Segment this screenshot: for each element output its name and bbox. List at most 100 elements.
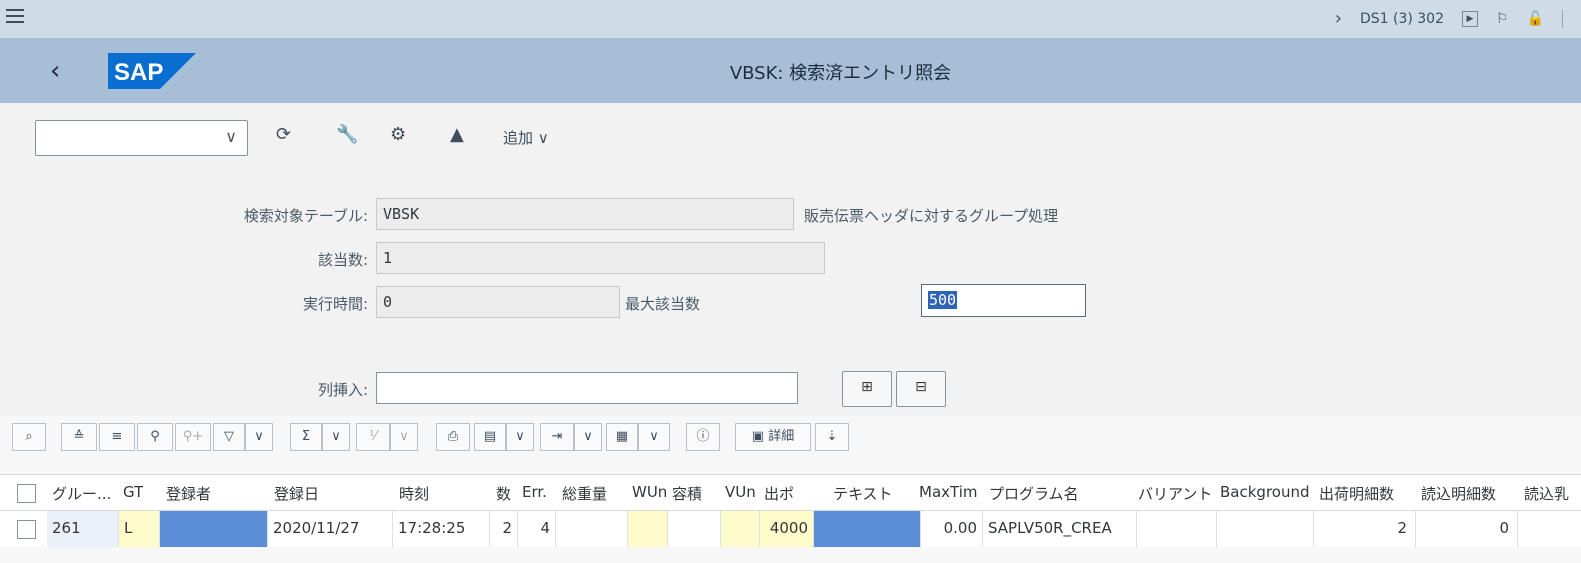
cell-date: 2020/11/27 xyxy=(268,511,393,547)
chevron-down-icon[interactable]: ∨ xyxy=(574,423,602,451)
lock-icon[interactable]: 🔓 xyxy=(1527,11,1544,27)
cell-read-items: 0 xyxy=(1416,511,1518,547)
export-icon[interactable]: ⇥ xyxy=(540,423,574,451)
app-toolbar: ∨ ⟳ 🔧 ⚙ ▲ 追加 ∨ xyxy=(0,103,1581,171)
column-header[interactable]: プログラム名 xyxy=(989,483,1079,504)
cell-maxtime: 0.00 xyxy=(921,511,983,547)
row-checkbox[interactable] xyxy=(17,520,36,539)
layout-icon[interactable]: ▦ xyxy=(606,423,638,451)
cell-background xyxy=(1217,511,1314,547)
cell-wun xyxy=(628,511,668,547)
download-icon[interactable]: ⇣ xyxy=(815,423,849,451)
system-info: › DS1 (3) 302 ▶ ⚐ 🔓 xyxy=(1335,8,1563,29)
select-all-checkbox[interactable] xyxy=(17,484,36,503)
column-header[interactable]: 読込明細数 xyxy=(1421,483,1496,504)
selection-form: 検索対象テーブル: VBSK 販売伝票ヘッダに対するグループ処理 該当数: 1 … xyxy=(0,171,1581,416)
cell-program: SAPLV50R_CREA xyxy=(983,511,1137,547)
alv-toolbar: ⌕ ≙ ≡ ⚲ ⚲+ ▽ ∨ Σ ∨ ⅟ ∨ ⎙ ▤ ∨ ⇥ ∨ ▦ ∨ ⓘ ▣… xyxy=(0,416,1581,458)
sort-asc-icon[interactable]: ≙ xyxy=(61,423,97,451)
column-header[interactable]: GT xyxy=(123,483,143,501)
add-menu-label: 追加 xyxy=(503,129,534,147)
system-label: DS1 (3) 302 xyxy=(1359,10,1444,27)
cell-count: 2 xyxy=(490,511,518,547)
runtime-field: 0 xyxy=(376,286,620,318)
chevron-down-icon[interactable]: ∨ xyxy=(390,423,418,451)
cell-shipping-point: 4000 xyxy=(760,511,814,547)
column-header[interactable]: Background xyxy=(1220,483,1316,501)
wrench-icon[interactable]: 🔧 xyxy=(336,124,358,145)
variant-dropdown[interactable]: ∨ xyxy=(35,120,248,156)
filter-icon[interactable]: ▽ xyxy=(213,423,245,451)
maxhits-value: 500 xyxy=(928,291,958,309)
chevron-down-icon[interactable]: ∨ xyxy=(245,423,273,451)
column-header[interactable]: VUn xyxy=(725,483,756,501)
table-field: VBSK xyxy=(376,198,794,230)
chevron-down-icon: ∨ xyxy=(225,127,237,146)
table-label: 検索対象テーブル: xyxy=(243,207,368,225)
cell-text xyxy=(814,511,921,547)
column-header[interactable]: バリアント xyxy=(1138,483,1212,504)
detail-button[interactable]: ▣ 詳細 xyxy=(735,423,811,451)
cell-time: 17:28:25 xyxy=(393,511,490,547)
column-header[interactable]: 総重量 xyxy=(562,483,607,504)
zoom-icon[interactable]: ⌕ xyxy=(12,423,46,451)
play-icon[interactable]: ▶ xyxy=(1462,10,1478,27)
shell-bar: ‹ SAP VBSK: 検索済エントリ照会 xyxy=(0,38,1581,103)
print-icon[interactable]: ⎙ xyxy=(436,423,470,451)
column-header[interactable]: 読込乳 xyxy=(1524,483,1581,504)
maxhits-input[interactable]: 500 xyxy=(921,284,1086,317)
search-next-icon[interactable]: ⚲+ xyxy=(175,423,211,451)
column-header[interactable]: 数 xyxy=(496,483,511,504)
sum-icon[interactable]: Σ xyxy=(290,423,322,451)
insert-column-label: 列挿入: xyxy=(317,381,368,399)
column-header[interactable]: 容積 xyxy=(672,483,702,504)
select-columns-button[interactable]: ⊞ xyxy=(842,371,892,407)
result-table: グルー... GT 登録者 登録日 時刻 数 Err. 総重量 WUn 容積 V… xyxy=(0,474,1581,547)
cell-group: 261 xyxy=(47,511,119,547)
column-header[interactable]: 時刻 xyxy=(399,483,429,504)
chevron-down-icon[interactable]: ∨ xyxy=(638,423,670,451)
column-header[interactable]: 登録者 xyxy=(166,483,211,504)
separator xyxy=(1562,9,1563,28)
column-header[interactable]: WUn xyxy=(632,483,667,501)
hierarchy-icon[interactable]: ⚙ xyxy=(390,124,406,145)
top-menu-bar: › DS1 (3) 302 ▶ ⚐ 🔓 xyxy=(0,0,1581,38)
add-menu[interactable]: 追加 ∨ xyxy=(503,127,549,148)
column-header[interactable]: Err. xyxy=(522,483,547,501)
subtotal-icon[interactable]: ⅟ xyxy=(356,423,390,451)
cell-extra xyxy=(1518,511,1581,547)
detail-label: 詳細 xyxy=(768,429,795,444)
refresh-icon[interactable]: ⟳ xyxy=(276,124,291,145)
cell-creator xyxy=(160,511,268,547)
cell-delivery-items: 2 xyxy=(1314,511,1416,547)
column-header[interactable]: MaxTim xyxy=(919,483,985,501)
cell-vun xyxy=(721,511,760,547)
info-icon[interactable]: ⓘ xyxy=(686,423,720,451)
cell-err: 4 xyxy=(518,511,556,547)
deselect-columns-button[interactable]: ⊟ xyxy=(896,371,946,407)
cell-volume xyxy=(668,511,721,547)
chevron-right-icon[interactable]: › xyxy=(1335,8,1342,29)
menu-icon[interactable] xyxy=(6,9,24,25)
cell-variant xyxy=(1137,511,1217,547)
sort-desc-icon[interactable]: ≡ xyxy=(99,423,135,451)
page-title: VBSK: 検索済エントリ照会 xyxy=(729,63,952,84)
search-icon[interactable]: ⚲ xyxy=(137,423,173,451)
column-header[interactable]: 登録日 xyxy=(274,483,319,504)
column-header[interactable]: 出ポ xyxy=(764,483,794,504)
flag-icon[interactable]: ⚐ xyxy=(1496,11,1509,27)
table-row[interactable]: 261 L 2020/11/27 17:28:25 2 4 4000 0.00 … xyxy=(0,511,1581,547)
column-header[interactable]: 出荷明細数 xyxy=(1319,483,1394,504)
hits-label: 該当数: xyxy=(317,251,368,269)
column-header[interactable]: グルー... xyxy=(52,483,120,504)
maxhits-label: 最大該当数 xyxy=(625,295,701,313)
insert-column-input[interactable] xyxy=(376,372,798,404)
table-description: 販売伝票ヘッダに対するグループ処理 xyxy=(804,207,1059,225)
column-header[interactable]: テキスト xyxy=(833,483,893,504)
mountain-icon[interactable]: ▲ xyxy=(450,124,464,145)
table-header-row: グルー... GT 登録者 登録日 時刻 数 Err. 総重量 WUn 容積 V… xyxy=(0,475,1581,511)
runtime-label: 実行時間: xyxy=(302,295,368,313)
chevron-down-icon[interactable]: ∨ xyxy=(506,423,534,451)
views-icon[interactable]: ▤ xyxy=(474,423,506,451)
chevron-down-icon[interactable]: ∨ xyxy=(322,423,350,451)
